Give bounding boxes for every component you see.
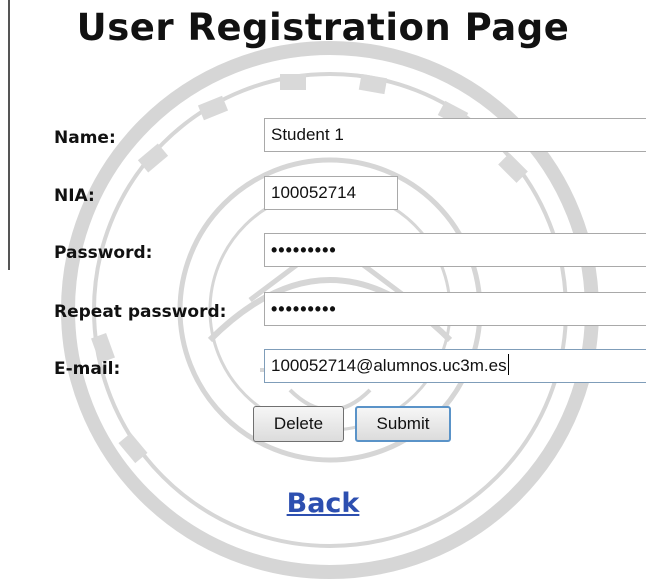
password-input[interactable]: •••••••••: [264, 233, 646, 267]
back-link[interactable]: Back: [0, 488, 646, 519]
submit-button[interactable]: Submit: [355, 406, 451, 442]
name-input-value: Student 1: [271, 125, 344, 144]
page-title: User Registration Page: [76, 6, 570, 49]
repeat-password-input-value: •••••••••: [271, 299, 337, 319]
email-input[interactable]: 100052714@alumnos.uc3m.es: [264, 349, 646, 383]
nia-label: NIA:: [54, 186, 95, 206]
password-input-value: •••••••••: [271, 240, 337, 260]
password-label: Password:: [54, 243, 153, 263]
nia-input-value: 100052714: [271, 183, 357, 202]
nia-input[interactable]: 100052714: [264, 176, 398, 210]
email-label: E-mail:: [54, 359, 121, 379]
email-input-value: 100052714@alumnos.uc3m.es: [271, 356, 507, 375]
name-label: Name:: [54, 128, 116, 148]
delete-button[interactable]: Delete: [253, 406, 344, 442]
repeat-password-label: Repeat password:: [54, 302, 227, 322]
name-input[interactable]: Student 1: [264, 118, 646, 152]
text-caret: [507, 354, 509, 375]
repeat-password-input[interactable]: •••••••••: [264, 292, 646, 326]
